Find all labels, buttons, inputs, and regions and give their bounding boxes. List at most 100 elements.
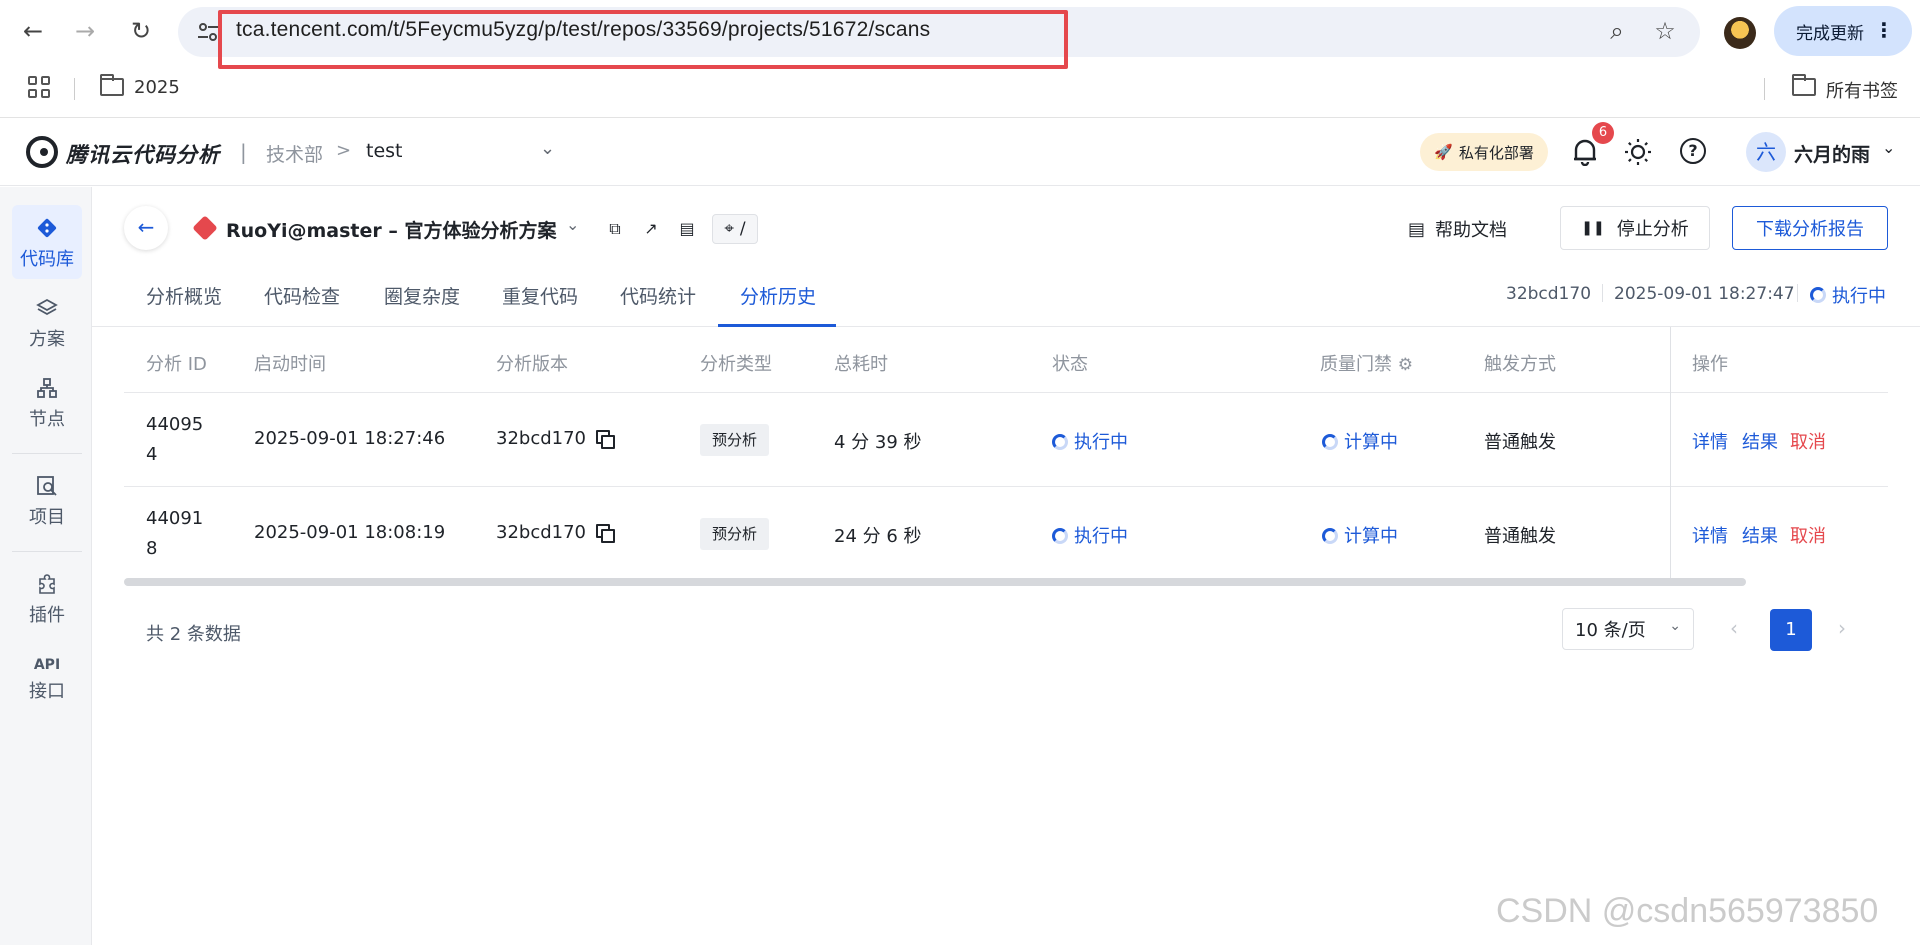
apps-grid-icon[interactable] xyxy=(28,76,50,98)
sidebar-item-plugins[interactable]: 插件 xyxy=(12,561,82,635)
tab-bottom-border xyxy=(92,326,1920,327)
reload-icon[interactable]: ↻ xyxy=(122,12,160,50)
private-deploy-button[interactable]: 🚀 私有化部署 xyxy=(1420,133,1548,171)
result-link[interactable]: 结果 xyxy=(1742,428,1778,454)
total-count: 共 2 条数据 xyxy=(146,624,241,645)
back-button[interactable]: ← xyxy=(124,206,168,250)
sidebar-item-api[interactable]: API 接口 xyxy=(12,641,82,715)
table-row-divider xyxy=(124,392,1888,393)
team-chevron-down-icon[interactable]: ⌄ xyxy=(540,138,555,159)
path-chip[interactable]: ⌖ / xyxy=(712,214,758,244)
bookmark-folder-2025[interactable]: 2025 xyxy=(134,77,180,98)
layers-icon xyxy=(36,298,58,316)
breadcrumb-team[interactable]: test xyxy=(366,140,403,162)
row-type-tag: 预分析 xyxy=(700,518,770,550)
notification-badge: 6 xyxy=(1592,122,1614,144)
horizontal-scrollbar[interactable] xyxy=(124,578,1746,586)
back-arrow-icon[interactable]: ← xyxy=(14,12,52,50)
spinner-icon xyxy=(1322,528,1338,544)
col-header-version: 分析版本 xyxy=(496,354,568,375)
breadcrumb-dept[interactable]: 技术部 xyxy=(266,140,323,167)
active-tab-indicator xyxy=(718,324,836,327)
tab-duplicate[interactable]: 重复代码 xyxy=(502,282,578,309)
git-diamond-icon xyxy=(37,218,57,238)
row-duration: 4 分 39 秒 xyxy=(834,432,922,453)
cancel-link[interactable]: 取消 xyxy=(1790,428,1826,454)
row-trigger: 普通触发 xyxy=(1484,432,1556,453)
tab-overview[interactable]: 分析概览 xyxy=(146,282,222,309)
page-size-select[interactable]: 10 条/页 ⌄ xyxy=(1562,608,1694,650)
fixed-column-divider xyxy=(1670,327,1671,579)
external-link-icon[interactable]: ↗ xyxy=(642,220,660,238)
nodes-icon xyxy=(37,378,57,398)
copy-icon[interactable]: ⧉ xyxy=(606,220,624,238)
user-name[interactable]: 六月的雨 xyxy=(1794,140,1870,167)
col-header-status: 状态 xyxy=(1052,354,1088,375)
detail-link[interactable]: 详情 xyxy=(1692,428,1728,454)
project-title[interactable]: RuoYi@master – 官方体验分析方案 xyxy=(226,216,556,243)
folder-icon[interactable] xyxy=(100,74,124,96)
header-divider: | xyxy=(240,140,247,164)
col-header-type: 分析类型 xyxy=(700,354,772,375)
sidebar-item-nodes[interactable]: 节点 xyxy=(12,365,82,439)
gear-icon[interactable]: ⚙ xyxy=(1398,355,1413,375)
sidebar-item-projects[interactable]: 项目 xyxy=(12,463,82,537)
site-settings-icon[interactable] xyxy=(196,20,220,44)
tca-logo-icon[interactable] xyxy=(26,136,58,168)
tab-history[interactable]: 分析历史 xyxy=(740,282,816,309)
prev-page-icon[interactable]: ‹ xyxy=(1730,616,1738,640)
project-chevron-down-icon[interactable]: ⌄ xyxy=(566,215,579,234)
row-trigger: 普通触发 xyxy=(1484,526,1556,547)
copy-icon[interactable] xyxy=(596,430,616,449)
help-question-icon[interactable]: ? xyxy=(1680,138,1706,164)
bell-icon[interactable] xyxy=(1572,138,1598,166)
row-id: 44091 8 xyxy=(146,504,216,564)
sidebar-item-repos[interactable]: 代码库 xyxy=(12,205,82,279)
tab-complexity[interactable]: 圈复杂度 xyxy=(384,282,460,309)
spinner-icon xyxy=(1322,434,1338,450)
row-duration: 24 分 6 秒 xyxy=(834,526,922,547)
tab-code-stats[interactable]: 代码统计 xyxy=(620,282,696,309)
bookmark-separator xyxy=(74,78,75,100)
row-status: 执行中 xyxy=(1052,522,1128,548)
col-header-duration: 总耗时 xyxy=(834,354,888,375)
meta-separator xyxy=(1797,284,1798,302)
help-doc-link[interactable]: ▤ 帮助文档 xyxy=(1408,216,1507,242)
user-chevron-down-icon[interactable]: ⌄ xyxy=(1882,138,1895,157)
book-icon[interactable]: ▤ xyxy=(678,220,696,238)
row-id-line2: 4 xyxy=(146,444,158,465)
url-text[interactable]: tca.tencent.com/t/5Feycmu5yzg/p/test/rep… xyxy=(236,18,930,42)
product-name[interactable]: 腾讯云代码分析 xyxy=(66,139,220,169)
spinner-icon xyxy=(1810,287,1826,303)
row-id: 44095 4 xyxy=(146,410,216,470)
forward-arrow-icon[interactable]: → xyxy=(66,12,104,50)
download-report-button[interactable]: 下载分析报告 xyxy=(1732,206,1888,250)
detail-link[interactable]: 详情 xyxy=(1692,522,1728,548)
location-pin-icon: ⌖ xyxy=(724,219,734,239)
update-button[interactable]: 完成更新 ⋮ xyxy=(1774,6,1912,56)
bookmark-star-icon[interactable]: ☆ xyxy=(1652,18,1678,44)
all-bookmarks[interactable]: 所有书签 xyxy=(1826,77,1898,103)
page-1-button[interactable]: 1 xyxy=(1770,609,1812,651)
cancel-link[interactable]: 取消 xyxy=(1790,522,1826,548)
profile-avatar[interactable] xyxy=(1724,17,1756,49)
result-link[interactable]: 结果 xyxy=(1742,522,1778,548)
theme-sun-icon[interactable] xyxy=(1624,138,1652,166)
api-icon: API xyxy=(33,657,61,673)
row-id-line2: 8 xyxy=(146,538,158,559)
zoom-icon[interactable]: ⌕ xyxy=(1604,18,1630,44)
app-header: 腾讯云代码分析 | 技术部 > test ⌄ 🚀 私有化部署 6 ? 六 六月的… xyxy=(0,118,1920,186)
sidebar-item-schemes[interactable]: 方案 xyxy=(12,285,82,359)
puzzle-icon xyxy=(39,574,55,594)
tab-code-check[interactable]: 代码检查 xyxy=(264,282,340,309)
pause-icon: ❚❚ xyxy=(1581,220,1605,236)
bookmark-separator-right xyxy=(1764,78,1765,100)
all-bookmarks-folder-icon[interactable] xyxy=(1792,74,1816,96)
browser-toolbar: ← → ↻ tca.tencent.com/t/5Feycmu5yzg/p/te… xyxy=(0,0,1920,64)
copy-icon[interactable] xyxy=(596,524,616,543)
stop-analysis-button[interactable]: ❚❚ 停止分析 xyxy=(1560,206,1710,250)
col-header-gate: 质量门禁 ⚙ xyxy=(1320,350,1413,376)
sidebar-separator xyxy=(12,551,82,552)
user-avatar[interactable]: 六 xyxy=(1746,132,1786,172)
next-page-icon[interactable]: › xyxy=(1838,616,1846,640)
